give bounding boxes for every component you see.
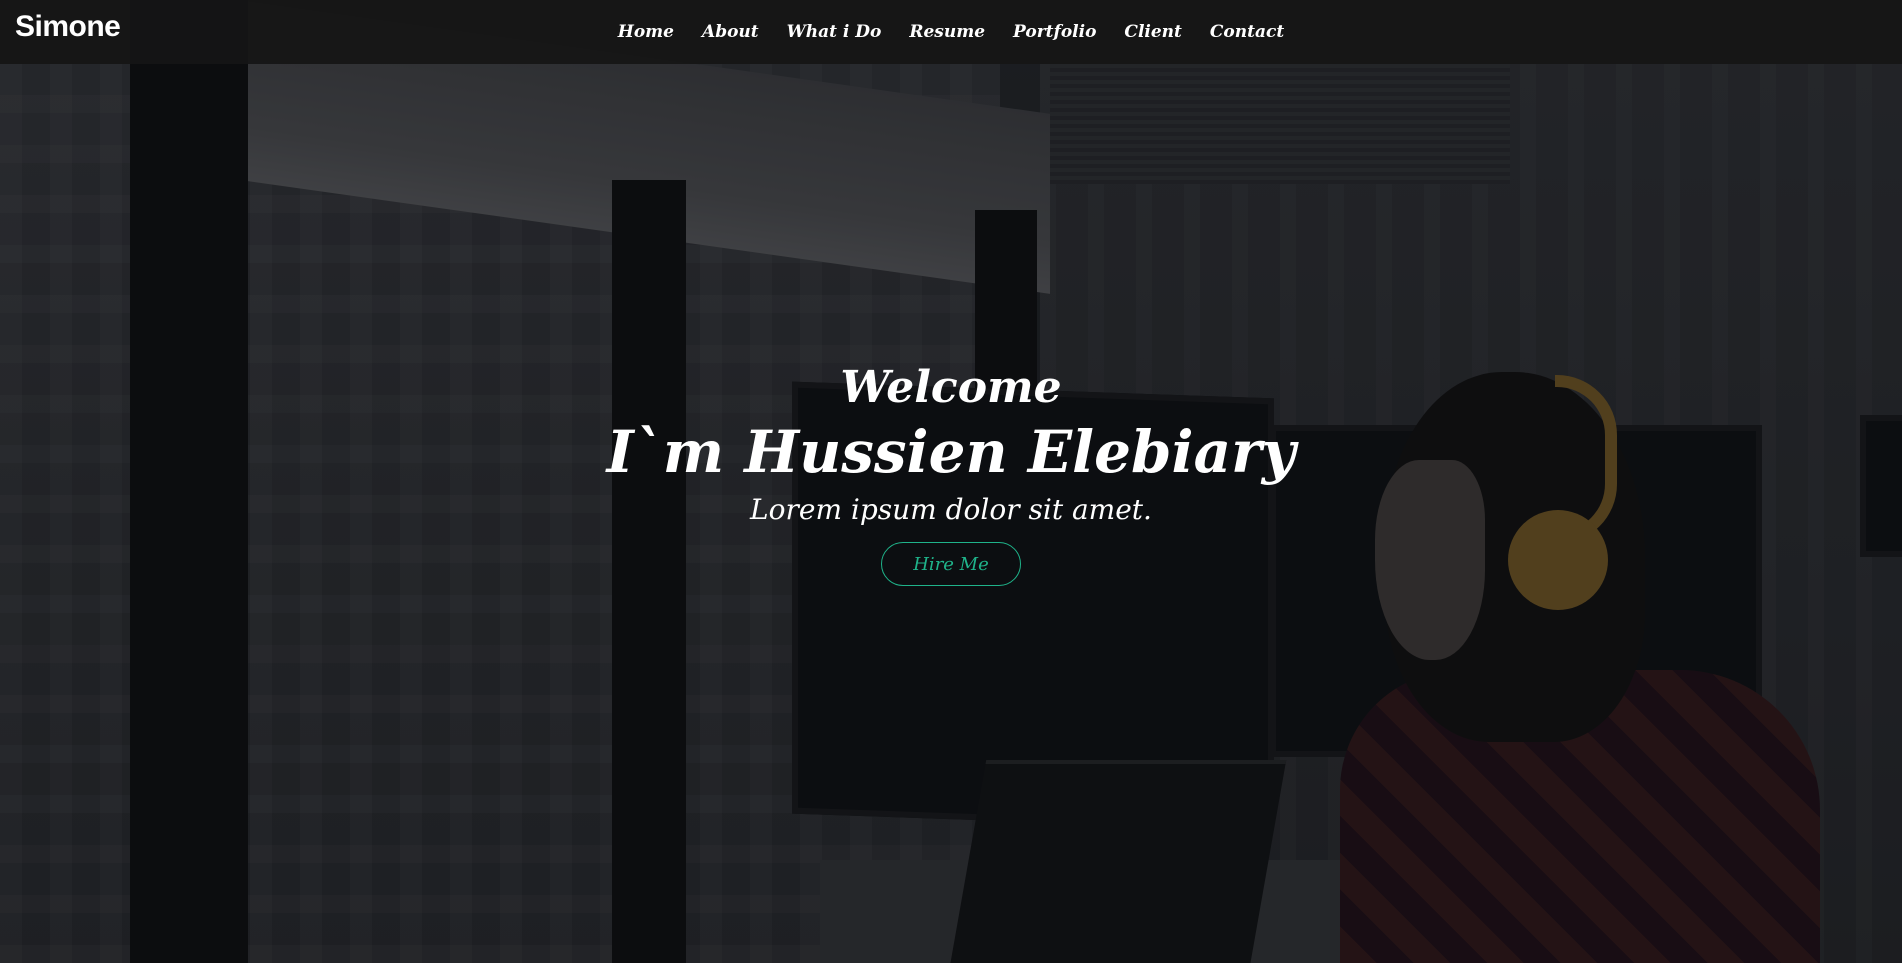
nav-item-what-i-do[interactable]: What i Do	[787, 22, 882, 42]
nav-item-contact[interactable]: Contact	[1210, 22, 1284, 42]
navbar: Simone Home About What i Do Resume Portf…	[0, 0, 1902, 64]
nav-item-portfolio[interactable]: Portfolio	[1013, 22, 1096, 42]
hero-content: Welcome I`m Hussien Elebiary Lorem ipsum…	[0, 360, 1902, 586]
hire-me-button[interactable]: Hire Me	[881, 542, 1021, 586]
nav-item-home[interactable]: Home	[618, 22, 674, 42]
hero-section: Simone Home About What i Do Resume Portf…	[0, 0, 1902, 963]
nav-menu: Home About What i Do Resume Portfolio Cl…	[0, 0, 1902, 64]
hero-name-heading: I`m Hussien Elebiary	[606, 418, 1296, 486]
hero-tagline: Lorem ipsum dolor sit amet.	[750, 493, 1152, 526]
welcome-heading: Welcome	[840, 362, 1062, 413]
nav-item-client[interactable]: Client	[1124, 22, 1181, 42]
nav-item-about[interactable]: About	[702, 22, 759, 42]
nav-item-resume[interactable]: Resume	[909, 22, 985, 42]
